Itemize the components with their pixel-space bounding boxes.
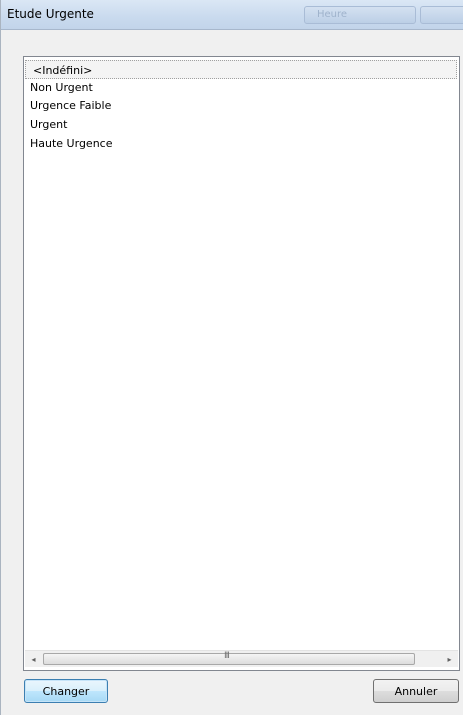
scroll-grip-icon: III [224,651,230,661]
list-item-urgence-faible[interactable]: Urgence Faible [30,96,111,115]
cancel-button[interactable]: Annuler [373,679,459,703]
list-item-urgent[interactable]: Urgent [30,115,67,134]
horizontal-scrollbar[interactable]: ◂ III ▸ [25,650,458,667]
title-ghost-button: Heure [304,6,416,24]
list-item-indefini[interactable]: <Indéfini> [25,60,457,79]
title-bar[interactable]: Etude Urgente Heure [1,0,463,30]
scroll-right-arrow-icon[interactable]: ▸ [441,651,458,667]
urgency-listbox[interactable]: <Indéfini> Non Urgent Urgence Faible Urg… [23,56,460,671]
dialog-window: Etude Urgente Heure <Indéfini> Non Urgen… [0,0,463,715]
list-item-non-urgent[interactable]: Non Urgent [30,78,93,97]
title-ghost-button [420,6,463,24]
scroll-thumb[interactable]: III [43,651,415,665]
title-ghost-text: Heure [317,9,348,20]
change-button[interactable]: Changer [24,679,108,703]
scroll-left-arrow-icon[interactable]: ◂ [25,651,42,667]
list-item-haute-urgence[interactable]: Haute Urgence [30,134,112,153]
window-title: Etude Urgente [7,7,94,21]
